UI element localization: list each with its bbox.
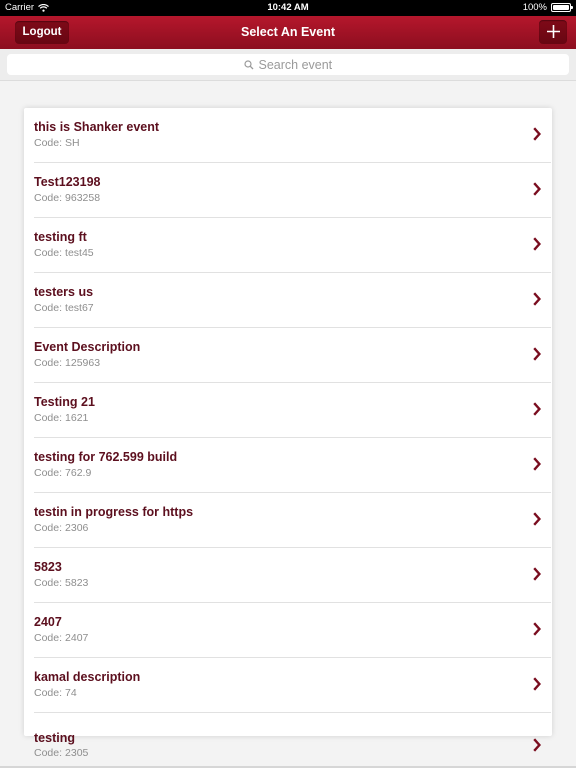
event-name: Event Description [34, 340, 141, 354]
event-name: 5823 [34, 560, 62, 574]
code-label: Code: [34, 632, 63, 644]
event-row[interactable]: testers us Code: test67 [34, 273, 551, 328]
battery-info: 100% [522, 2, 573, 13]
event-code: Code: test45 [34, 247, 94, 259]
event-code: Code: 5823 [34, 577, 88, 589]
battery-icon [551, 3, 573, 12]
code-label: Code: [34, 747, 63, 759]
event-code: Code: 125963 [34, 357, 100, 369]
event-code-value: 2305 [65, 747, 89, 759]
search-field[interactable] [7, 54, 569, 75]
code-label: Code: [34, 412, 63, 424]
event-row[interactable]: 2407 Code: 2407 [34, 603, 551, 658]
battery-fill [553, 5, 569, 10]
add-event-button[interactable] [539, 20, 567, 44]
chevron-right-icon [533, 622, 541, 636]
event-code: Code: SH [34, 137, 80, 149]
code-label: Code: [34, 137, 63, 149]
code-label: Code: [34, 302, 63, 314]
event-code: Code: 1621 [34, 412, 88, 424]
search-input[interactable] [258, 57, 333, 72]
event-code: Code: 2306 [34, 522, 88, 534]
event-code-value: 5823 [65, 577, 89, 589]
code-label: Code: [34, 247, 63, 259]
chevron-right-icon [533, 567, 541, 581]
event-row[interactable]: kamal description Code: 74 [34, 658, 551, 713]
event-name: Testing 21 [34, 395, 95, 409]
chevron-right-icon [533, 512, 541, 526]
event-code-value: test67 [65, 302, 94, 314]
event-row[interactable]: Event Description Code: 125963 [34, 328, 551, 383]
event-name: 2407 [34, 615, 62, 629]
chevron-right-icon [533, 347, 541, 361]
code-label: Code: [34, 467, 63, 479]
event-code-value: 125963 [65, 357, 101, 369]
event-code-value: 2407 [65, 632, 89, 644]
event-code: Code: 2407 [34, 632, 88, 644]
event-code: Code: 963258 [34, 192, 100, 204]
battery-percent: 100% [522, 2, 547, 13]
event-list: this is Shanker event Code: SH Test123198… [24, 108, 552, 736]
nav-bar: Select An Event Logout [0, 16, 576, 49]
code-label: Code: [34, 192, 63, 204]
logout-button[interactable]: Logout [15, 21, 69, 44]
event-name: testing for 762.599 build [34, 450, 178, 464]
code-label: Code: [34, 522, 63, 534]
event-code-value: SH [65, 137, 80, 149]
event-name: testin in progress for https [34, 505, 194, 519]
event-code-value: test45 [65, 247, 94, 259]
event-name: testers us [34, 285, 94, 299]
chevron-right-icon [533, 457, 541, 471]
event-code: Code: 2305 [34, 747, 88, 759]
code-label: Code: [34, 577, 63, 589]
code-label: Code: [34, 357, 63, 369]
event-row[interactable]: this is Shanker event Code: SH [34, 108, 551, 163]
chevron-right-icon [533, 292, 541, 306]
event-code-value: 1621 [65, 412, 89, 424]
event-row[interactable]: Test123198 Code: 963258 [34, 163, 551, 218]
plus-icon [546, 25, 560, 38]
event-row[interactable]: 5823 Code: 5823 [34, 548, 551, 603]
status-time: 10:42 AM [267, 2, 309, 13]
code-label: Code: [34, 687, 63, 699]
chevron-right-icon [533, 237, 541, 251]
event-code: Code: 762.9 [34, 467, 91, 479]
event-code: Code: 74 [34, 687, 77, 699]
event-row[interactable]: Testing 21 Code: 1621 [34, 383, 551, 438]
event-code-value: 2306 [65, 522, 89, 534]
event-code-value: 74 [65, 687, 77, 699]
event-row[interactable]: testing ft Code: test45 [34, 218, 551, 273]
chevron-right-icon [533, 127, 541, 141]
event-name: testing ft [34, 230, 87, 244]
event-code: Code: test67 [34, 302, 94, 314]
event-name: testing [34, 731, 75, 745]
search-bar [0, 49, 576, 81]
event-row[interactable]: testin in progress for https Code: 2306 [34, 493, 551, 548]
search-icon [243, 59, 253, 69]
event-name: Test123198 [34, 175, 101, 189]
event-name: this is Shanker event [34, 120, 160, 134]
chevron-right-icon [533, 402, 541, 416]
event-code-value: 762.9 [65, 467, 92, 479]
chevron-right-icon [533, 677, 541, 691]
page-title: Select An Event [240, 25, 335, 39]
event-row[interactable]: testing Code: 2305 [34, 726, 551, 768]
chevron-right-icon [533, 182, 541, 196]
event-code-value: 963258 [65, 192, 101, 204]
event-name: kamal description [34, 670, 141, 684]
event-row[interactable]: testing for 762.599 build Code: 762.9 [34, 438, 551, 493]
chevron-right-icon [533, 738, 541, 752]
status-bar: Carrier 10:42 AM 100% [0, 0, 576, 16]
